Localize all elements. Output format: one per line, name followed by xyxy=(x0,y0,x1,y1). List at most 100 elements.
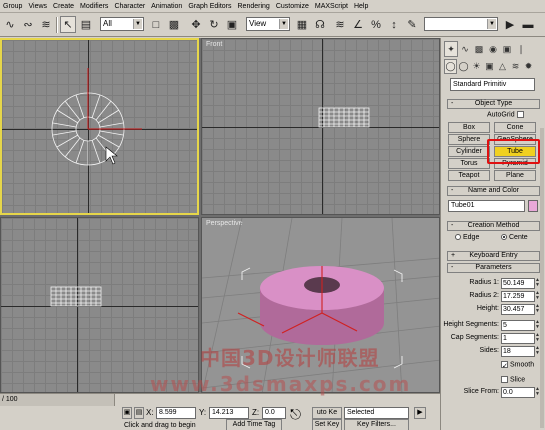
rotate-icon[interactable]: ↻ xyxy=(206,16,222,33)
named-selection-icon[interactable]: ✎ xyxy=(404,16,420,33)
edge-radio[interactable]: Edge xyxy=(455,234,479,241)
rectangular-selection-icon[interactable]: □ xyxy=(148,16,164,33)
scale-icon[interactable]: ▣ xyxy=(224,16,240,33)
shapes-icon[interactable]: ◯ xyxy=(457,59,470,74)
play-icon[interactable]: ▶ xyxy=(414,407,426,419)
x-coordinate-field[interactable]: 8.599 xyxy=(156,407,196,419)
collapse-icon: - xyxy=(451,264,454,271)
slice-from-input[interactable]: 0.0 xyxy=(501,387,535,398)
height-segments-input[interactable]: 5 xyxy=(501,320,535,331)
menu-maxscript[interactable]: MAXScript xyxy=(312,0,351,12)
systems-icon[interactable]: ✹ xyxy=(522,59,535,74)
named-selection-sets-field[interactable]: ▼ xyxy=(424,17,498,31)
add-time-tag-button[interactable]: Add Time Tag xyxy=(226,419,282,430)
slice-on-checkbox[interactable]: Slice xyxy=(501,376,525,383)
smooth-checkbox[interactable]: ✓ Smooth xyxy=(501,361,534,370)
window-crossing-icon[interactable]: ▩ xyxy=(166,16,182,33)
unlink-icon[interactable]: ∾ xyxy=(20,16,36,33)
select-by-name-icon[interactable]: ▤ xyxy=(78,16,94,33)
menu-customize[interactable]: Customize xyxy=(273,0,312,12)
snap-toggle-icon[interactable]: ≋ xyxy=(332,16,348,33)
viewport-left[interactable] xyxy=(0,217,199,393)
y-label: Y: xyxy=(199,408,207,417)
spinner-snap-icon[interactable]: ↕ xyxy=(386,16,402,33)
create-tab-icon[interactable]: ✦ xyxy=(444,41,458,57)
utilities-tab-icon[interactable]: ❘ xyxy=(514,41,528,57)
creation-method-rollout-header[interactable]: - Creation Method xyxy=(447,221,540,231)
menu-graph-editors[interactable]: Graph Editors xyxy=(185,0,234,12)
tube-front-wireframe xyxy=(318,107,370,128)
menu-group[interactable]: Group xyxy=(0,0,25,12)
tube-highlight-annotation xyxy=(487,139,540,164)
viewport-area: Front Perspective xyxy=(0,38,440,393)
percent-snap-icon[interactable]: % xyxy=(368,16,384,33)
key-mode-dropdown[interactable]: Selected xyxy=(344,407,409,419)
absolute-mode-icon[interactable]: ▤ xyxy=(134,407,144,419)
slice-on-label: Slice xyxy=(510,376,526,384)
command-panel: ✦ ∿ ▩ ◉ ▣ ❘ ◯ ◯ ☀ ▣ △ ≋ ✹ Standard Primi… xyxy=(440,38,545,430)
move-icon[interactable]: ✥ xyxy=(188,16,204,33)
sides-input[interactable]: 18 xyxy=(501,346,535,357)
bind-spacewarp-icon[interactable]: ≋ xyxy=(38,16,54,33)
pivot-center-icon[interactable]: ▦ xyxy=(294,16,310,33)
modify-tab-icon[interactable]: ∿ xyxy=(458,41,472,57)
menu-animation[interactable]: Animation xyxy=(148,0,185,12)
viewport-top[interactable] xyxy=(0,38,199,215)
object-name-input[interactable]: Tube01 xyxy=(448,200,525,212)
key-icon[interactable]: ⎋ xyxy=(290,407,301,421)
x-coordinate-value: 8.599 xyxy=(159,409,177,416)
menu-modifiers[interactable]: Modifiers xyxy=(77,0,111,12)
parameters-rollout-header[interactable]: - Parameters xyxy=(447,263,540,273)
spacewarps-icon[interactable]: ≋ xyxy=(509,59,522,74)
box-button[interactable]: Box xyxy=(448,122,490,133)
primitive-category-dropdown[interactable]: Standard Primitiv xyxy=(450,78,535,91)
align-icon[interactable]: ▬ xyxy=(520,16,536,33)
tube-left-wireframe xyxy=(50,286,102,307)
name-color-rollout-header[interactable]: - Name and Color xyxy=(447,186,540,196)
reference-coord-dropdown[interactable]: View ▼ xyxy=(246,17,290,31)
set-key-button[interactable]: Set Key xyxy=(312,419,342,430)
y-coordinate-field[interactable]: 14.213 xyxy=(209,407,249,419)
plane-button[interactable]: Plane xyxy=(494,170,536,181)
cap-segments-input[interactable]: 1 xyxy=(501,333,535,344)
object-color-swatch[interactable] xyxy=(528,200,538,212)
geometry-icon[interactable]: ◯ xyxy=(444,59,457,74)
center-radio[interactable]: Cente xyxy=(501,234,528,241)
hierarchy-tab-icon[interactable]: ▩ xyxy=(472,41,486,57)
auto-key-button[interactable]: uto Ke xyxy=(312,407,342,419)
keyboard-entry-rollout-header[interactable]: + Keyboard Entry xyxy=(447,251,540,261)
time-slider[interactable]: / 100 xyxy=(0,394,115,406)
z-coordinate-field[interactable]: 0.0 xyxy=(262,407,286,419)
lock-selection-icon[interactable]: ▣ xyxy=(122,407,132,419)
cone-button[interactable]: Cone xyxy=(494,122,536,133)
object-type-rollout-header[interactable]: - Object Type xyxy=(447,99,540,109)
cylinder-button[interactable]: Cylinder xyxy=(448,146,490,157)
menu-create[interactable]: Create xyxy=(50,0,77,12)
autogrid-checkbox[interactable]: AutoGrid xyxy=(487,111,524,118)
height-input[interactable]: 30.457 xyxy=(501,304,535,315)
menu-views[interactable]: Views xyxy=(25,0,50,12)
key-filters-button[interactable]: Key Filters... xyxy=(344,419,409,430)
torus-button[interactable]: Torus xyxy=(448,158,490,169)
cameras-icon[interactable]: ▣ xyxy=(483,59,496,74)
radius1-input[interactable]: 50.149 xyxy=(501,278,535,289)
menu-help[interactable]: Help xyxy=(351,0,371,12)
select-object-icon[interactable]: ↖ xyxy=(60,16,76,33)
slice-from-row: Slice From: 0.0 ▲ ▼ xyxy=(445,387,541,399)
selection-filter-dropdown[interactable]: All ▼ xyxy=(100,17,144,31)
motion-tab-icon[interactable]: ◉ xyxy=(486,41,500,57)
sphere-button[interactable]: Sphere xyxy=(448,134,490,145)
angle-snap-icon[interactable]: ∠ xyxy=(350,16,366,33)
menu-rendering[interactable]: Rendering xyxy=(235,0,273,12)
helpers-icon[interactable]: △ xyxy=(496,59,509,74)
display-tab-icon[interactable]: ▣ xyxy=(500,41,514,57)
menu-character[interactable]: Character xyxy=(111,0,148,12)
bind-icon[interactable]: ∿ xyxy=(2,16,18,33)
command-panel-scrollbar[interactable] xyxy=(540,128,544,428)
select-manipulate-icon[interactable]: ☊ xyxy=(312,16,328,33)
teapot-button[interactable]: Teapot xyxy=(448,170,490,181)
mirror-icon[interactable]: ▶ xyxy=(502,16,518,33)
viewport-front[interactable]: Front xyxy=(201,38,440,215)
lights-icon[interactable]: ☀ xyxy=(470,59,483,74)
radius2-input[interactable]: 17.259 xyxy=(501,291,535,302)
